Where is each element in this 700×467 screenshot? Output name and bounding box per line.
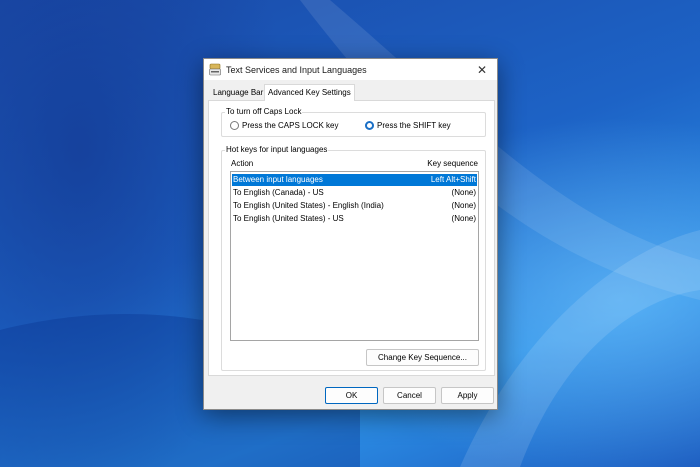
list-item[interactable]: To English (United States) - English (In… — [232, 200, 477, 212]
caps-lock-group: To turn off Caps Lock Press the CAPS LOC… — [221, 107, 486, 137]
window-title: Text Services and Input Languages — [226, 65, 367, 75]
cancel-button[interactable]: Cancel — [383, 387, 436, 404]
column-header-key-sequence[interactable]: Key sequence — [427, 159, 478, 168]
caps-lock-group-label: To turn off Caps Lock — [225, 107, 303, 116]
change-key-sequence-button[interactable]: Change Key Sequence... — [366, 349, 479, 366]
radio-shift-key[interactable]: Press the SHIFT key — [365, 121, 451, 130]
apply-button[interactable]: Apply — [441, 387, 494, 404]
radio-shift-label: Press the SHIFT key — [377, 121, 451, 130]
tab-advanced-key-settings[interactable]: Advanced Key Settings — [264, 84, 355, 101]
list-item[interactable]: Between input languages Left Alt+Shift — [232, 174, 477, 186]
tab-language-bar[interactable]: Language Bar — [210, 86, 266, 100]
radio-caps-lock-label: Press the CAPS LOCK key — [242, 121, 339, 130]
list-item[interactable]: To English (United States) - US (None) — [232, 213, 477, 225]
row-action: To English (United States) - English (In… — [233, 201, 384, 210]
radio-unselected-icon — [230, 121, 239, 130]
title-bar[interactable]: Text Services and Input Languages ✕ — [204, 59, 497, 81]
row-action: To English (Canada) - US — [233, 188, 324, 197]
row-sequence: (None) — [451, 188, 476, 197]
row-action: To English (United States) - US — [233, 214, 344, 223]
hotkeys-group: Hot keys for input languages Action Key … — [221, 145, 486, 371]
dialog-window: Text Services and Input Languages ✕ Lang… — [203, 58, 498, 410]
hotkeys-list[interactable]: Between input languages Left Alt+Shift T… — [230, 171, 479, 341]
row-action: Between input languages — [233, 175, 323, 184]
radio-selected-icon — [365, 121, 374, 130]
tab-panel: To turn off Caps Lock Press the CAPS LOC… — [208, 100, 495, 376]
column-header-action[interactable]: Action — [231, 159, 253, 168]
radio-caps-lock-key[interactable]: Press the CAPS LOCK key — [230, 121, 338, 130]
close-button[interactable]: ✕ — [467, 59, 497, 81]
hotkeys-group-label: Hot keys for input languages — [225, 145, 329, 154]
row-sequence: Left Alt+Shift — [430, 175, 476, 184]
keyboard-app-icon — [209, 63, 221, 76]
row-sequence: (None) — [451, 201, 476, 210]
ok-button[interactable]: OK — [325, 387, 378, 404]
row-sequence: (None) — [451, 214, 476, 223]
list-item[interactable]: To English (Canada) - US (None) — [232, 187, 477, 199]
